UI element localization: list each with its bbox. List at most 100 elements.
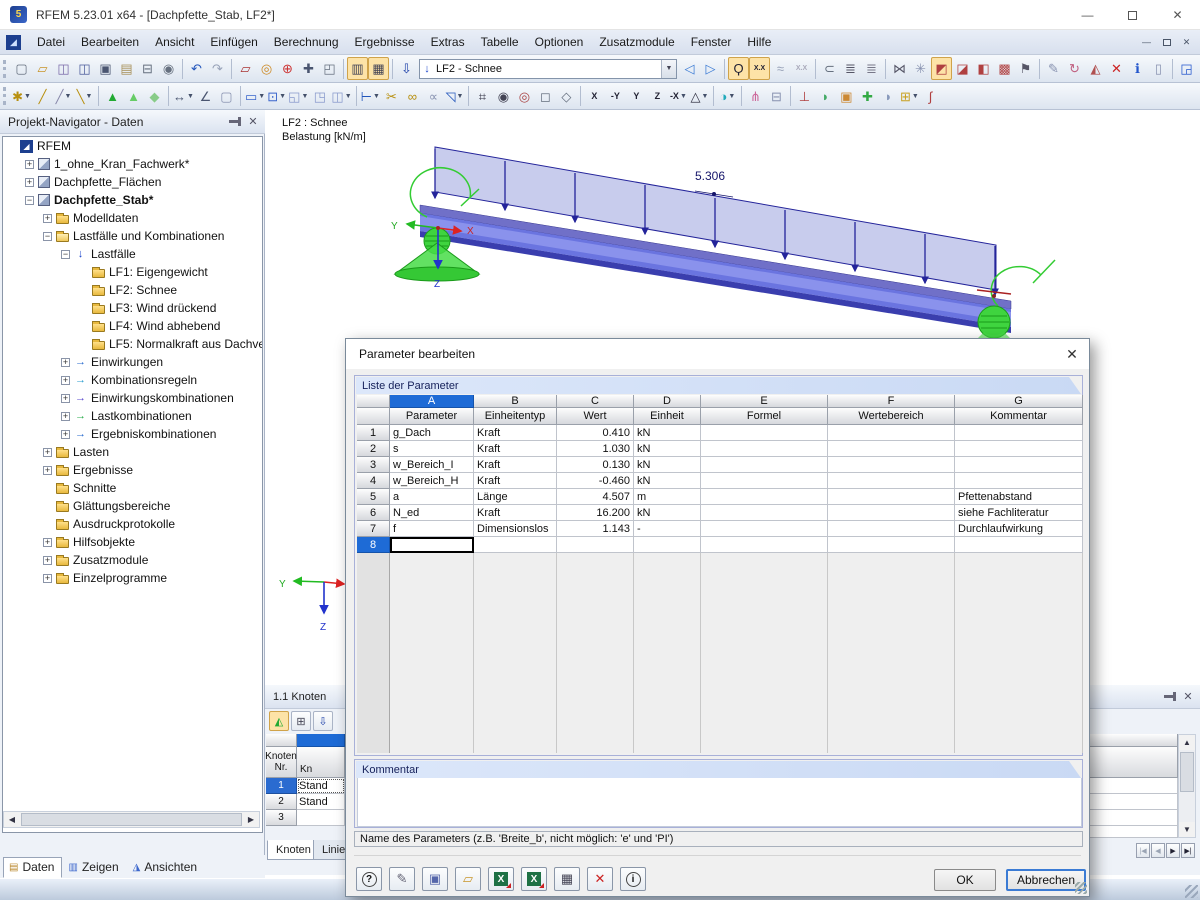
table-vscrollbar[interactable]: ▲ ▼ <box>1178 734 1196 838</box>
param-cell-wertebereich[interactable] <box>828 457 955 473</box>
render-mode-button[interactable]: ⋔ <box>745 85 766 108</box>
help-button[interactable]: ? <box>356 867 382 891</box>
menu-item-optionen[interactable]: Optionen <box>527 31 592 53</box>
print-preview-button[interactable]: ◉ <box>158 57 179 80</box>
calculator-button[interactable]: ▦ <box>554 867 580 891</box>
param-cell-einheit[interactable]: kN <box>634 505 701 521</box>
visibility-modes-button[interactable]: ◑ ▼ <box>717 85 738 108</box>
object-properties-button[interactable]: ℹ <box>1127 57 1148 80</box>
param-row-header[interactable]: 7 <box>357 521 390 537</box>
table-layout-grid-button[interactable]: ▦ <box>368 57 389 80</box>
view-in-minus-y-button[interactable]: -Y <box>605 85 626 108</box>
tree-expander-icon[interactable]: + <box>43 555 52 565</box>
tree-expander-icon[interactable]: − <box>61 249 70 259</box>
param-cell-parameter[interactable]: N_ed <box>390 505 474 521</box>
connect-members-button[interactable]: ⋈ <box>889 57 910 80</box>
center-view-button[interactable]: ⊕ <box>277 57 298 80</box>
tree-item-schnitte[interactable]: Schnitte <box>3 479 262 497</box>
extrude-object-button[interactable]: ◹ ▼ <box>444 85 465 108</box>
tree-item-hilfsobjekte[interactable]: + Hilfsobjekte <box>3 533 262 551</box>
new-document-button[interactable]: ▢ <box>11 57 32 80</box>
column-letter-A[interactable]: A <box>390 395 474 408</box>
cancel-button[interactable]: Abbrechen <box>1006 869 1086 891</box>
tree-expander-icon[interactable]: + <box>61 411 70 421</box>
tree-item-lastfälle[interactable]: − ↓ Lastfälle <box>3 245 262 263</box>
menu-item-fenster[interactable]: Fenster <box>683 31 740 53</box>
show-loads-button[interactable]: Ϙ <box>728 57 749 80</box>
merge-objects-button[interactable]: ∝ <box>423 85 444 108</box>
param-cell-parameter[interactable]: s <box>390 441 474 457</box>
connect-lines-button[interactable]: ⊢ ▼ <box>360 85 381 108</box>
knoten-typ-cell[interactable]: Stand <box>297 794 345 810</box>
scroll-down-icon[interactable]: ▼ <box>1179 822 1195 837</box>
knoten-nr-header[interactable]: Knoten Nr. <box>265 747 297 778</box>
show-load-values-button[interactable]: X.X <box>749 57 770 80</box>
edit-selection-box-button[interactable]: ▢ <box>216 85 237 108</box>
tree-item-dachpfette-stab[interactable]: − Dachpfette_Stab* <box>3 191 262 209</box>
view-solid-model-button[interactable]: ◻ <box>535 85 556 108</box>
insert-line-button[interactable]: ╱ <box>32 85 53 108</box>
param-cell-einheitentyp[interactable]: Kraft <box>474 441 557 457</box>
param-cell-einheit[interactable]: kN <box>634 457 701 473</box>
param-cell-formel[interactable] <box>701 457 828 473</box>
tree-item-lasten[interactable]: + Lasten <box>3 443 262 461</box>
param-cell-einheitentyp[interactable]: Kraft <box>474 457 557 473</box>
paste-button[interactable]: ▤ <box>116 57 137 80</box>
member-end-release-button[interactable]: ⊂ <box>819 57 840 80</box>
insert-node-button[interactable]: ✱ ▼ <box>11 85 32 108</box>
param-cell-einheit[interactable]: m <box>634 489 701 505</box>
menu-item-ansicht[interactable]: Ansicht <box>147 31 202 53</box>
vscroll-thumb[interactable] <box>1180 752 1194 792</box>
tree-item-1-ohne-kran-fachwerk[interactable]: +1_ohne_Kran_Fachwerk* <box>3 155 262 173</box>
table-insert-row-button[interactable]: ⊞ <box>291 711 311 731</box>
param-cell-wertebereich[interactable] <box>828 441 955 457</box>
menu-item-zusatzmodule[interactable]: Zusatzmodule <box>591 31 682 53</box>
table-close-icon[interactable]: ✕ <box>1180 689 1196 705</box>
info-button[interactable]: i <box>620 867 646 891</box>
tree-expander-icon[interactable]: + <box>43 447 52 457</box>
param-cell-einheitentyp[interactable] <box>474 537 557 553</box>
knoten-typ-header[interactable]: Kn <box>297 747 345 778</box>
param-cell-parameter[interactable]: f <box>390 521 474 537</box>
column-header-einheitentyp[interactable]: Einheitentyp <box>474 408 557 425</box>
param-row-header[interactable]: 5 <box>357 489 390 505</box>
combo-dropdown-icon[interactable]: ▼ <box>661 59 676 78</box>
menu-item-tabelle[interactable]: Tabelle <box>473 31 527 53</box>
import-excel-button[interactable]: X <box>488 867 514 891</box>
param-cell-formel[interactable] <box>701 521 828 537</box>
import-model-button[interactable]: ◫ <box>74 57 95 80</box>
insert-surface-support-button[interactable]: ◆ <box>144 85 165 108</box>
param-row-header[interactable]: 4 <box>357 473 390 489</box>
column-header-wertebereich[interactable]: Wertebereich <box>828 408 955 425</box>
dialog-title-bar[interactable]: Parameter bearbeiten ✕ <box>346 339 1089 369</box>
copy-offset-button[interactable]: ◫ ▼ <box>330 85 352 108</box>
zoom-to-selection-button[interactable]: ◎ <box>256 57 277 80</box>
tree-item-lf3-wind-drückend[interactable]: LF3: Wind drückend <box>3 299 262 317</box>
last-table-button[interactable]: ▶| <box>1181 843 1195 858</box>
scroll-thumb[interactable] <box>21 813 242 826</box>
knoten-col-letter-selected[interactable] <box>297 734 345 747</box>
new-generated-load-button[interactable]: ▱ <box>235 57 256 80</box>
menu-item-extras[interactable]: Extras <box>423 31 473 53</box>
insert-nodal-support-button[interactable]: ▲ <box>102 85 123 108</box>
undo-button[interactable]: ↶ <box>186 57 207 80</box>
tree-expander-icon[interactable]: + <box>61 357 70 367</box>
tree-item-modelldaten[interactable]: + Modelldaten <box>3 209 262 227</box>
previous-table-button[interactable]: ◀ <box>1151 843 1165 858</box>
delete-all-parameters-button[interactable]: ✕ <box>587 867 613 891</box>
close-button[interactable]: ✕ <box>1155 0 1200 30</box>
param-cell-formel[interactable] <box>701 425 828 441</box>
column-letter-B[interactable]: B <box>474 395 557 408</box>
param-cell-wertebereich[interactable] <box>828 537 955 553</box>
param-cell-einheit[interactable]: kN <box>634 473 701 489</box>
corner-cell[interactable] <box>357 395 390 408</box>
table-col-header-right[interactable] <box>1090 734 1178 747</box>
tree-item-glättungsbereiche[interactable]: Glättungsbereiche <box>3 497 262 515</box>
tree-expander-icon[interactable]: + <box>43 573 52 583</box>
navigator-tab-zeigen[interactable]: ▥ Zeigen <box>62 857 126 878</box>
param-row-header[interactable]: 8 <box>357 537 390 553</box>
rotate-copy-button[interactable]: ↻ <box>1064 57 1085 80</box>
open-model-button[interactable]: ▱ <box>32 57 53 80</box>
table-cell-right[interactable] <box>1090 826 1178 838</box>
pick-mode-button[interactable]: ✚ <box>298 57 319 80</box>
